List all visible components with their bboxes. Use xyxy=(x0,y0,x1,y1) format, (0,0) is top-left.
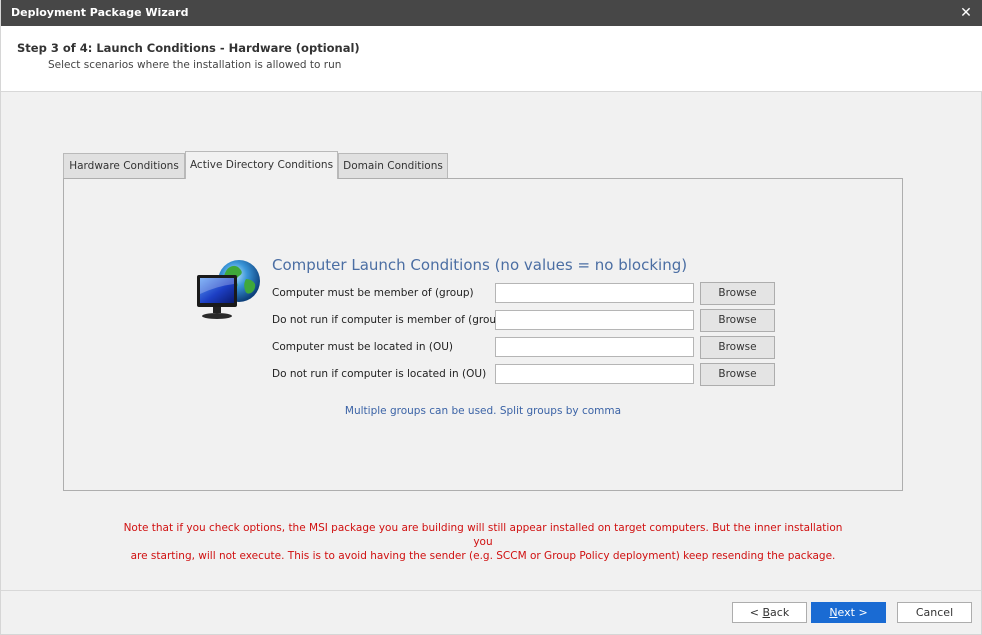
step-subtitle: Select scenarios where the installation … xyxy=(48,59,342,71)
back-prefix: < xyxy=(749,606,763,619)
next-button[interactable]: Next > xyxy=(811,602,886,623)
member-of-group-label: Computer must be member of (group) xyxy=(272,287,474,299)
section-title: Computer Launch Conditions (no values = … xyxy=(272,256,688,274)
wizard-window: Deployment Package Wizard ✕ Step 3 of 4:… xyxy=(0,0,982,635)
step-title: Step 3 of 4: Launch Conditions - Hardwar… xyxy=(17,41,360,55)
browse-not-located-in-ou-button[interactable]: Browse xyxy=(700,363,775,386)
next-rest: ext > xyxy=(837,606,868,619)
not-located-in-ou-input[interactable] xyxy=(495,364,694,384)
cancel-button[interactable]: Cancel xyxy=(897,602,972,623)
close-icon[interactable]: ✕ xyxy=(957,4,975,22)
window-title: Deployment Package Wizard xyxy=(11,6,189,19)
browse-not-member-of-group-button[interactable]: Browse xyxy=(700,309,775,332)
back-rest: ack xyxy=(770,606,790,619)
computer-globe-icon xyxy=(194,259,262,321)
not-member-of-group-input[interactable] xyxy=(495,310,694,330)
tab-hardware-conditions[interactable]: Hardware Conditions xyxy=(63,153,185,179)
located-in-ou-input[interactable] xyxy=(495,337,694,357)
browse-located-in-ou-button[interactable]: Browse xyxy=(700,336,775,359)
tab-panel xyxy=(63,178,903,491)
not-located-in-ou-label: Do not run if computer is located in (OU… xyxy=(272,368,487,380)
tab-domain-conditions[interactable]: Domain Conditions xyxy=(338,153,448,179)
browse-member-of-group-button[interactable]: Browse xyxy=(700,282,775,305)
located-in-ou-label: Computer must be located in (OU) xyxy=(272,341,453,353)
footer-divider xyxy=(1,590,982,591)
warning-note-line-1: Note that if you check options, the MSI … xyxy=(123,522,843,548)
tab-active-directory-conditions[interactable]: Active Directory Conditions xyxy=(185,151,338,179)
next-mnemonic: N xyxy=(829,606,838,619)
back-button[interactable]: < Back xyxy=(732,602,807,623)
not-member-of-group-label: Do not run if computer is member of (gro… xyxy=(272,314,507,326)
warning-note: Note that if you check options, the MSI … xyxy=(121,521,845,563)
back-mnemonic: B xyxy=(762,606,771,619)
warning-note-line-2: are starting, will not execute. This is … xyxy=(130,550,836,562)
groups-hint: Multiple groups can be used. Split group… xyxy=(344,405,622,417)
wizard-header: Step 3 of 4: Launch Conditions - Hardwar… xyxy=(1,26,982,92)
member-of-group-input[interactable] xyxy=(495,283,694,303)
title-bar: Deployment Package Wizard ✕ xyxy=(1,0,982,26)
